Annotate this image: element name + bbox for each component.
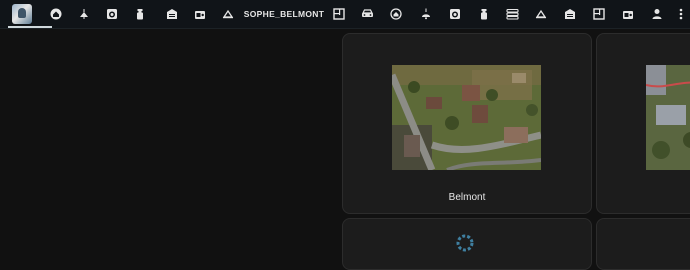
washing-machine-icon <box>107 9 117 19</box>
wall-lamp-icon <box>535 9 547 19</box>
area-card-label: Belmont <box>448 192 486 203</box>
wall-lamp-icon <box>222 9 234 19</box>
radio-icon <box>195 11 205 19</box>
heater-icon <box>505 8 519 20</box>
person-icon <box>652 9 662 19</box>
tab-home-2[interactable] <box>387 0 405 28</box>
tab-garage-2[interactable] <box>561 0 579 28</box>
tab-home[interactable] <box>47 0 65 28</box>
garage-icon <box>167 9 177 19</box>
area-card-belmont[interactable]: Belmont <box>342 33 592 214</box>
tab-more[interactable] <box>674 0 688 28</box>
tab-garage[interactable] <box>163 0 181 28</box>
tab-washing-machine-2[interactable] <box>446 0 464 28</box>
ceiling-light-icon <box>80 9 88 19</box>
area-aerial-image <box>392 65 541 170</box>
tab-pendant-lamp[interactable] <box>417 0 435 28</box>
tab-spray-bottle[interactable] <box>131 0 149 28</box>
home-circle-icon <box>390 8 402 20</box>
tab-person[interactable] <box>648 0 666 28</box>
pendant-lamp-icon <box>422 8 430 20</box>
tab-title: SOPHE_BELMONT <box>243 9 325 19</box>
area-card-2[interactable] <box>596 33 690 214</box>
more-icon <box>679 8 683 20</box>
tab-wall-lamp-2[interactable] <box>532 0 550 28</box>
tab-heater[interactable] <box>503 0 521 28</box>
washing-machine-icon <box>450 9 460 19</box>
avatar <box>12 4 32 24</box>
area-aerial-image-2 <box>646 65 690 170</box>
home-icon <box>50 8 62 20</box>
area-image-3 <box>456 234 474 252</box>
tab-radio[interactable] <box>191 0 209 28</box>
tab-sophe-belmont[interactable]: SOPHE_BELMONT <box>243 0 325 28</box>
top-app-bar: SOPHE_BELMONT <box>0 0 690 29</box>
tab-floor-plan-2[interactable] <box>590 0 608 28</box>
active-tab-indicator <box>8 26 52 28</box>
tab-spray-bottle-2[interactable] <box>475 0 493 28</box>
area-card-3[interactable] <box>342 218 592 270</box>
tab-wall-lamp[interactable] <box>219 0 237 28</box>
tab-floor-plan[interactable] <box>330 0 348 28</box>
radio-icon <box>623 11 633 19</box>
area-card-4[interactable] <box>596 218 690 270</box>
tab-avatar[interactable] <box>9 0 35 28</box>
tab-car[interactable] <box>358 0 376 28</box>
tab-washing-machine[interactable] <box>103 0 121 28</box>
floor-plan-icon <box>593 8 605 20</box>
floor-plan-icon <box>333 8 345 20</box>
spray-bottle-icon <box>137 9 143 20</box>
tab-ceiling-light[interactable] <box>75 0 93 28</box>
tab-radio-2[interactable] <box>619 0 637 28</box>
spray-bottle-icon <box>481 9 487 20</box>
car-icon <box>361 9 373 17</box>
garage-icon <box>565 9 575 19</box>
